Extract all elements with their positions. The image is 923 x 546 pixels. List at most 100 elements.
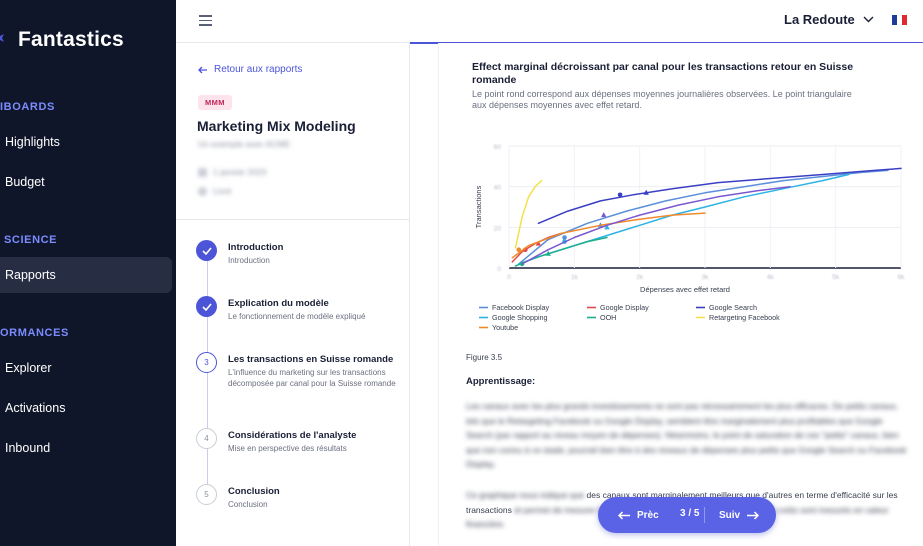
step-title: Explication du modèle bbox=[228, 298, 329, 309]
back-to-reports-link[interactable]: Retour aux rapports bbox=[198, 64, 302, 75]
legend-entry: OOH bbox=[600, 313, 616, 322]
sidebar-item-label: Explorer bbox=[5, 361, 52, 375]
previous-button[interactable]: Prèc bbox=[618, 510, 659, 521]
series-line bbox=[521, 185, 791, 265]
sidebar-item-label: Highlights bbox=[5, 135, 60, 149]
report-subtitle-text: Un exemple avec ACME bbox=[198, 139, 291, 149]
section-heading: Apprentissage: bbox=[466, 376, 536, 387]
step-considerations[interactable]: 4 Considérations de l'analyste Mise en p… bbox=[196, 428, 401, 468]
report-outline-panel: Retour aux rapports MMM Marketing Mix Mo… bbox=[176, 43, 410, 546]
sidebar-item-rapports[interactable]: Rapports bbox=[0, 257, 172, 293]
x-axis-label: Dépenses avec effet retard bbox=[640, 285, 730, 294]
series-line bbox=[514, 179, 543, 249]
x-tick-label: 6k bbox=[898, 274, 906, 281]
chart-title: Effect marginal décroissant par canal po… bbox=[472, 61, 854, 86]
page-counter: 3 / 5 bbox=[680, 508, 700, 519]
divider bbox=[176, 219, 410, 220]
sidebar-item-highlights[interactable]: Highlights bbox=[0, 124, 172, 160]
back-link-label: Retour aux rapports bbox=[214, 64, 303, 75]
step-subtitle: Introduction bbox=[228, 256, 270, 265]
x-tick-label: 3k bbox=[702, 274, 710, 281]
step-introduction[interactable]: Introduction Introduction bbox=[196, 240, 401, 280]
sidebar-item-explorer[interactable]: Explorer bbox=[0, 350, 172, 386]
calendar-icon bbox=[198, 167, 207, 177]
sidebar-section-dashboards: IBOARDS bbox=[0, 101, 55, 113]
series-marker-circle bbox=[617, 192, 623, 198]
report-content: Effect marginal décroissant par canal po… bbox=[438, 43, 923, 546]
legend-entry: Google Shopping bbox=[492, 313, 548, 322]
sidebar-item-label: Rapports bbox=[5, 268, 56, 282]
brand-selector[interactable]: La Redoute bbox=[784, 12, 874, 27]
next-button[interactable]: Suiv bbox=[719, 509, 760, 521]
figure-label: Figure 3.5 bbox=[466, 353, 503, 362]
step-explication[interactable]: Explication du modèle Le fonctionnement … bbox=[196, 296, 401, 336]
y-axis-label: Transactions bbox=[474, 185, 483, 228]
step-title: Les transactions en Suisse romande bbox=[228, 354, 394, 365]
legend-entry: Youtube bbox=[492, 323, 518, 332]
report-status-text: Livré bbox=[213, 186, 232, 196]
report-date: 1 janvier 2023 bbox=[198, 167, 266, 177]
chevron-down-icon bbox=[863, 16, 874, 23]
sidebar-item-budget[interactable]: Budget bbox=[0, 164, 172, 200]
paragraph-2-blurred-a: Ce graphique nous indique que bbox=[466, 490, 587, 500]
check-icon bbox=[196, 240, 217, 261]
x-tick-label: 2k bbox=[636, 274, 644, 281]
series-marker-circle bbox=[516, 247, 522, 252]
pager: Prèc 3 / 5 Suiv bbox=[598, 497, 776, 533]
step-subtitle: Conclusion bbox=[228, 500, 268, 509]
arrow-right-icon bbox=[747, 510, 760, 520]
y-tick-label: 0 bbox=[497, 266, 501, 273]
report-date-text: 1 janvier 2023 bbox=[213, 167, 267, 177]
pager-divider bbox=[704, 507, 705, 523]
sidebar-item-label: Activations bbox=[5, 401, 66, 415]
legend-entry: Google Display bbox=[600, 303, 649, 312]
status-icon bbox=[198, 186, 207, 196]
y-tick-label: 60 bbox=[494, 144, 502, 151]
x-tick-label: 1k bbox=[571, 274, 579, 281]
next-label: Suiv bbox=[719, 509, 741, 521]
legend-entry: Facebook Display bbox=[492, 303, 550, 312]
previous-label: Prèc bbox=[637, 509, 659, 521]
x-tick-label: 5k bbox=[832, 274, 840, 281]
sidebar-item-label: Budget bbox=[5, 175, 45, 189]
page-title: Marketing Mix Modeling bbox=[197, 118, 356, 134]
step-title: Introduction bbox=[228, 242, 284, 253]
flag-fr-icon[interactable] bbox=[892, 15, 907, 25]
step-subtitle: L'influence du marketing sur les transac… bbox=[228, 368, 396, 388]
step-number: 4 bbox=[196, 428, 217, 449]
y-tick-label: 20 bbox=[494, 225, 502, 232]
sidebar-item-inbound[interactable]: Inbound bbox=[0, 430, 172, 466]
step-conclusion[interactable]: 5 Conclusion Conclusion bbox=[196, 484, 401, 524]
chart-subtitle: Le point rond correspond aux dépenses mo… bbox=[472, 89, 852, 110]
menu-icon[interactable] bbox=[199, 15, 212, 26]
series-marker-triangle bbox=[601, 212, 607, 218]
topbar: La Redoute bbox=[176, 0, 923, 43]
x-tick-label: 4k bbox=[767, 274, 775, 281]
report-type-badge: MMM bbox=[198, 95, 232, 110]
step-title: Considérations de l'analyste bbox=[228, 430, 357, 441]
arrow-left-icon bbox=[198, 66, 207, 73]
legend-entry: Retargeting Facebook bbox=[709, 313, 780, 322]
series-line bbox=[514, 236, 608, 267]
arrow-left-icon bbox=[618, 510, 630, 520]
step-subtitle: Mise en perspective des résultats bbox=[228, 444, 347, 453]
app-name: Fantastics bbox=[18, 28, 124, 51]
logo-icon bbox=[0, 30, 10, 50]
brand-selector-label: La Redoute bbox=[784, 12, 855, 27]
sidebar-item-label: Inbound bbox=[5, 441, 51, 455]
sidebar-section-science: SCIENCE bbox=[4, 234, 58, 246]
y-tick-label: 40 bbox=[494, 185, 502, 192]
legend-entry: Google Search bbox=[709, 303, 757, 312]
step-transactions[interactable]: 3 Les transactions en Suisse romande L'i… bbox=[196, 352, 401, 412]
step-subtitle: Le fonctionnement de modèle expliqué bbox=[228, 312, 366, 321]
sidebar: Fantastics IBOARDS Highlights Budget SCI… bbox=[0, 0, 176, 546]
sidebar-item-activations[interactable]: Activations bbox=[0, 390, 172, 426]
step-number: 5 bbox=[196, 484, 217, 505]
brand[interactable]: Fantastics bbox=[0, 28, 124, 52]
x-tick-label: 0 bbox=[507, 274, 511, 281]
step-title: Conclusion bbox=[228, 486, 280, 497]
report-subtitle: Un exemple avec ACME bbox=[198, 139, 290, 149]
series-marker-circle bbox=[562, 235, 567, 240]
response-curves-chart: 0 20 40 60 0 1k 2k 3k 4k 5k 6k Transactions Dépenses… bbox=[474, 144, 906, 332]
sidebar-section-performances: ORMANCES bbox=[0, 327, 69, 339]
